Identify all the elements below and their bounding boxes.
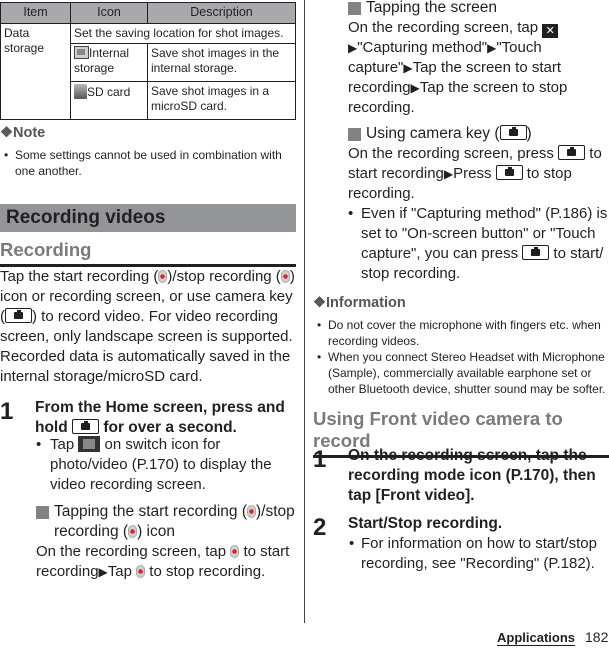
page-number: 182 (585, 629, 609, 645)
stop-record-icon (136, 565, 146, 578)
note-list: Some settings cannot be used in combinat… (4, 147, 296, 179)
footer-section-label: Applications (497, 630, 576, 646)
text: for over a second. (99, 419, 237, 436)
item-cell: Data storage (0, 23, 71, 120)
camera-key-icon (495, 165, 523, 180)
arrow-icon: ▶ (348, 41, 358, 55)
camera-key-bullet: Even if "Capturing method" (P.186) is se… (348, 204, 609, 284)
camera-key-icon (499, 125, 527, 140)
step-title: From the Home screen, press and hold for… (35, 398, 295, 438)
section-title: Recording videos (0, 204, 296, 232)
information-item: Do not cover the microphone with fingers… (317, 317, 609, 349)
icon-cell: SD card (70, 81, 148, 120)
camera-key-icon (5, 308, 32, 323)
text: Press (453, 165, 496, 182)
text: ) icon (137, 523, 175, 540)
tap-icon-body: On the recording screen, tap to start re… (36, 542, 296, 582)
settings-table: Item Icon Description Data storage Set t… (0, 2, 296, 120)
note-heading: ❖Note (0, 125, 46, 141)
camera-key-icon (558, 145, 586, 160)
settings-tool-icon: ✕ (542, 24, 559, 38)
text: Tapping the start recording ( (54, 503, 247, 520)
step-number: 1 (313, 446, 327, 473)
recording-intro: Tap the start recording ( )/stop recordin… (0, 267, 296, 387)
step-bullet: For information on how to start/stop rec… (349, 534, 609, 574)
camera-key-heading: Using camera key () (348, 124, 609, 144)
text: )/stop recording ( (167, 268, 281, 285)
information-list: Do not cover the microphone with fingers… (317, 317, 609, 397)
text: Using camera key ( (366, 125, 500, 142)
column-divider (304, 0, 305, 623)
start-record-icon (247, 505, 256, 518)
text: to stop recording. (145, 563, 266, 580)
icon-cell: Internal storage (70, 43, 148, 82)
camera-key-icon (72, 419, 100, 434)
information-item: When you connect Stereo Headset with Mic… (317, 349, 609, 397)
camera-key-icon (522, 245, 550, 260)
step-number: 1 (0, 398, 14, 425)
text: ) to record video. For video recording s… (0, 308, 293, 385)
icon-label: SD card (87, 85, 131, 99)
text: On the recording screen, tap (348, 19, 543, 36)
column-header: Icon (70, 2, 148, 24)
column-header: Item (0, 2, 71, 24)
arrow-icon: ▶ (487, 41, 497, 55)
column-header: Description (147, 2, 296, 24)
table-header-row: Item Icon Description (0, 2, 296, 24)
camera-key-body: On the recording screen, press to start … (348, 144, 609, 204)
text: Tap the start recording ( (0, 268, 159, 285)
text: On the recording screen, tap (36, 543, 231, 560)
text: Tap (107, 563, 137, 580)
summary-cell: Set the saving location for shot images. (70, 23, 296, 44)
stop-record-icon (128, 525, 138, 538)
table-row: Data storage Set the saving location for… (0, 23, 296, 120)
start-record-icon (230, 545, 240, 558)
text: Tap (50, 436, 79, 453)
arrow-icon: ▶ (410, 81, 420, 95)
step-number: 2 (313, 514, 327, 541)
tap-screen-body: On the recording screen, tap ✕▶"Capturin… (348, 18, 603, 118)
internal-storage-icon (74, 46, 89, 59)
text: ) (526, 125, 532, 142)
sd-card-icon (74, 84, 87, 99)
step-bullet: Tap on switch icon for photo/video (P.17… (36, 435, 296, 495)
step-title: On the recording screen, tap the recordi… (348, 447, 596, 504)
arrow-icon: ▶ (98, 565, 108, 579)
step-title: Start/Stop recording. (348, 515, 503, 532)
arrow-icon: ▶ (443, 167, 454, 181)
stop-record-icon (280, 270, 290, 283)
text: On the recording screen, press (348, 145, 559, 162)
photo-video-switch-icon (78, 436, 101, 452)
note-item: Some settings cannot be used in combinat… (4, 147, 296, 179)
information-heading: ❖Information (313, 295, 406, 311)
description-cell: Save shot images in a microSD card. (147, 81, 296, 120)
arrow-icon: ▶ (403, 61, 413, 75)
description-cell: Save shot images in the internal storage… (147, 43, 296, 82)
recording-heading: Recording (0, 239, 296, 267)
tap-icon-heading: Tapping the start recording ()/stop reco… (36, 502, 296, 542)
tap-screen-heading: Tapping the screen (348, 0, 609, 18)
text: "Capturing method" (357, 39, 488, 56)
